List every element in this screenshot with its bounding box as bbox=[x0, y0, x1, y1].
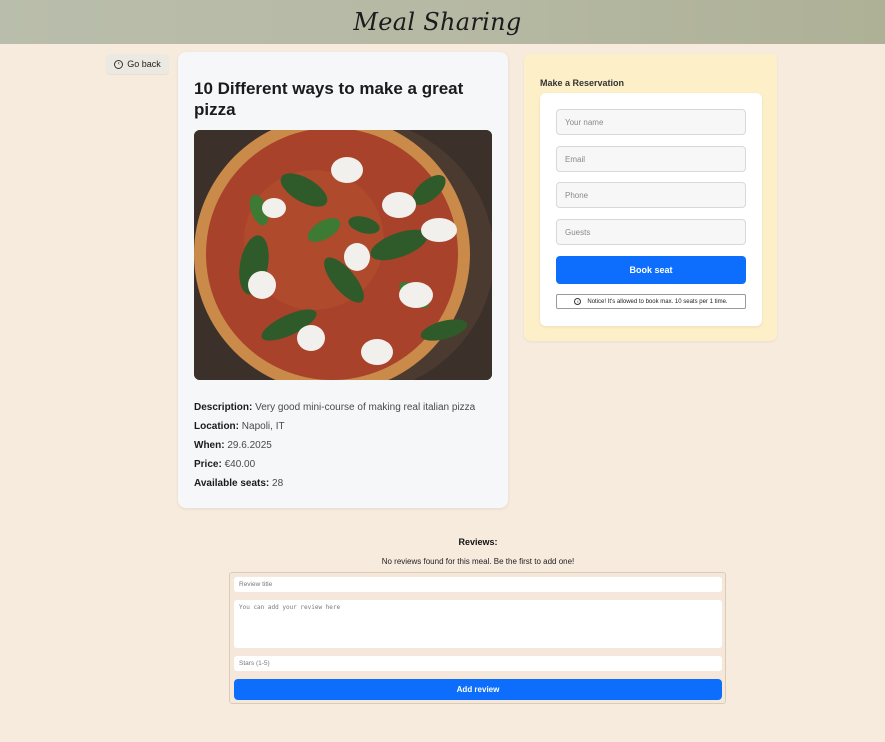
pizza-photo bbox=[194, 130, 492, 380]
detail-description: Description: Very good mini-course of ma… bbox=[194, 402, 494, 421]
reservation-card: Make a Reservation Book seat ! Notice! I… bbox=[524, 54, 777, 341]
info-circle-icon: ! bbox=[574, 298, 582, 305]
meal-image bbox=[194, 130, 492, 380]
detail-label: Description: bbox=[194, 402, 253, 413]
book-seat-button[interactable]: Book seat bbox=[556, 256, 746, 284]
detail-price: Price: €40.00 bbox=[194, 459, 494, 478]
review-title-input[interactable] bbox=[234, 577, 722, 592]
notice-text: Notice! It's allowed to book max. 10 sea… bbox=[587, 298, 728, 305]
review-form: Add review bbox=[229, 572, 726, 704]
reservation-form: Book seat ! Notice! It's allowed to book… bbox=[540, 93, 762, 326]
detail-value: 28 bbox=[272, 478, 284, 489]
detail-label: Available seats: bbox=[194, 478, 270, 489]
meal-card: 10 Different ways to make a great pizza bbox=[178, 52, 508, 508]
go-back-button[interactable]: ‹ Go back bbox=[106, 54, 169, 74]
detail-when: When: 29.6.2025 bbox=[194, 440, 494, 459]
top-header: Meal Sharing bbox=[0, 0, 885, 44]
detail-location: Location: Napoli, IT bbox=[194, 421, 494, 440]
detail-value: 29.6.2025 bbox=[227, 440, 272, 451]
detail-value: Very good mini-course of making real ita… bbox=[255, 402, 476, 413]
detail-label: Location: bbox=[194, 421, 239, 432]
go-back-label: Go back bbox=[127, 59, 161, 69]
detail-value: €40.00 bbox=[224, 459, 256, 470]
detail-value: Napoli, IT bbox=[241, 421, 285, 432]
brand-logo-text[interactable]: Meal Sharing bbox=[353, 8, 521, 36]
meal-title: 10 Different ways to make a great pizza bbox=[194, 79, 464, 119]
meal-details: Description: Very good mini-course of ma… bbox=[194, 402, 494, 497]
phone-input[interactable] bbox=[556, 182, 746, 208]
detail-label: Price: bbox=[194, 459, 222, 470]
review-body-textarea[interactable] bbox=[234, 600, 722, 648]
no-reviews-message: No reviews found for this meal. Be the f… bbox=[381, 557, 575, 566]
booking-notice: ! Notice! It's allowed to book max. 10 s… bbox=[556, 294, 746, 309]
review-stars-input[interactable] bbox=[234, 656, 722, 671]
name-input[interactable] bbox=[556, 109, 746, 135]
guests-input[interactable] bbox=[556, 219, 746, 245]
detail-label: When: bbox=[194, 440, 225, 451]
add-review-button[interactable]: Add review bbox=[234, 679, 722, 700]
email-input[interactable] bbox=[556, 146, 746, 172]
reviews-heading: Reviews: bbox=[458, 537, 498, 547]
arrow-left-circle-icon: ‹ bbox=[114, 59, 124, 69]
reservation-title: Make a Reservation bbox=[540, 78, 625, 88]
detail-available-seats: Available seats: 28 bbox=[194, 478, 494, 497]
